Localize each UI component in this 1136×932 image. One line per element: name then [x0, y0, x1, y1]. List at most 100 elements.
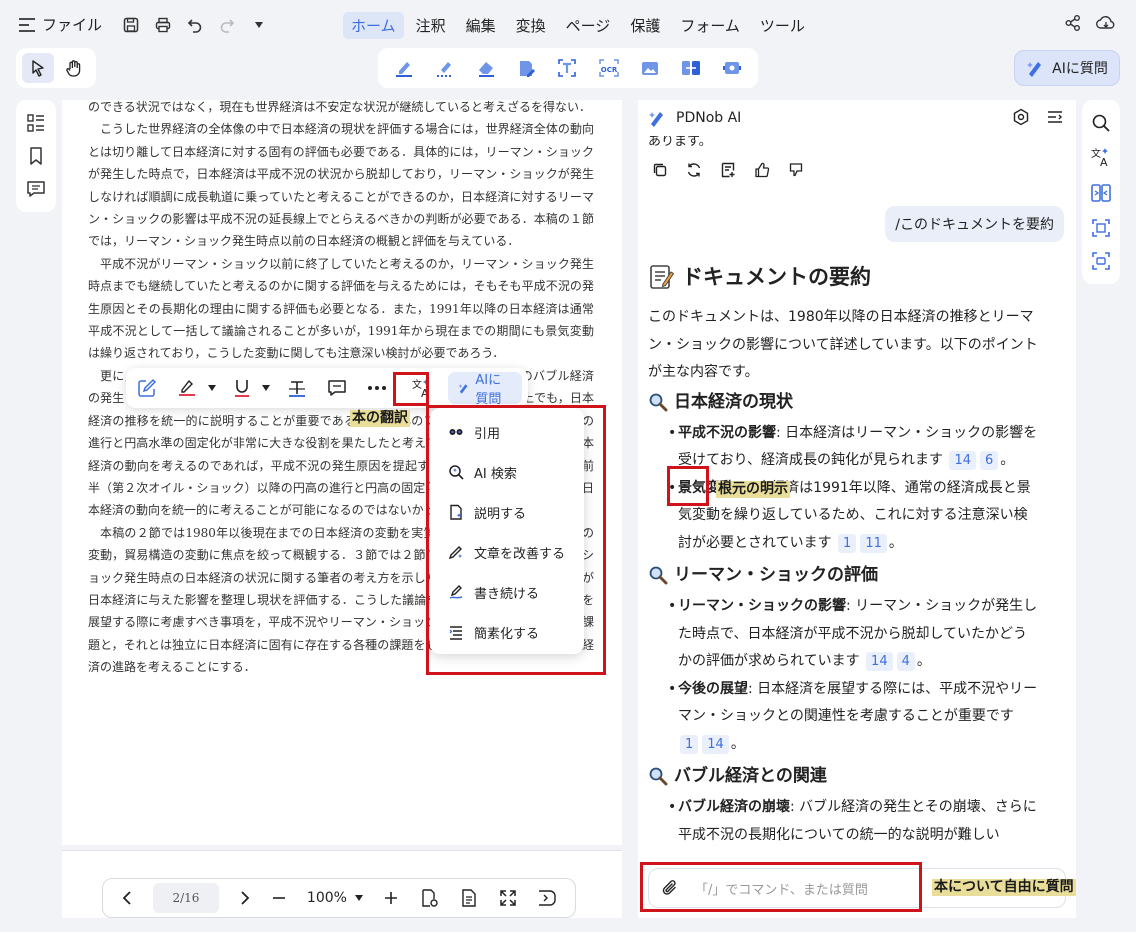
- right-sidebar: 文A: [1082, 100, 1120, 284]
- crop-icon[interactable]: [1091, 218, 1111, 238]
- tab-edit[interactable]: 編集: [458, 12, 504, 39]
- ai-menu-highlight-box: [426, 405, 606, 675]
- page-number-input[interactable]: 2/16: [152, 883, 219, 913]
- cloud-icon[interactable]: [1096, 14, 1116, 32]
- page-navigator: 2/16 100%: [102, 878, 576, 918]
- ai-panel-actions: [1012, 108, 1064, 126]
- home-tools-group: OCR: [378, 48, 758, 88]
- citation-link[interactable]: 14: [702, 734, 729, 754]
- ocr-icon[interactable]: OCR: [597, 57, 621, 79]
- response-intro: このドキュメントは、1980年以降の日本経済の推移とリーマン・ショックの影響につ…: [648, 309, 1038, 380]
- zoom-value: 100%: [306, 890, 347, 906]
- underline-dropdown-icon[interactable]: [260, 373, 272, 403]
- ask-ai-button[interactable]: AIに質問: [1014, 50, 1120, 86]
- thumbs-down-icon[interactable]: [788, 162, 804, 178]
- select-cursor-icon[interactable]: [22, 53, 54, 83]
- user-message-bubble: /このドキュメントを要約: [885, 206, 1064, 242]
- next-page-icon[interactable]: [239, 890, 251, 906]
- screen-record-icon[interactable]: [721, 57, 743, 79]
- copy-icon[interactable]: [652, 162, 668, 178]
- strikethrough-icon[interactable]: [282, 373, 312, 403]
- highlighter-icon[interactable]: [172, 373, 202, 403]
- screenshot-icon[interactable]: [1091, 251, 1111, 271]
- search-icon[interactable]: [1091, 113, 1111, 133]
- highlight-icon[interactable]: [393, 57, 415, 79]
- citation-link[interactable]: 4: [896, 652, 915, 671]
- svg-text:A: A: [1100, 156, 1108, 168]
- magnifier-icon: [648, 565, 668, 585]
- citation-link[interactable]: 14: [866, 652, 893, 671]
- bookmark-icon[interactable]: [27, 146, 45, 166]
- citation-link[interactable]: 6: [980, 451, 999, 470]
- top-right-actions: [1064, 14, 1116, 32]
- page-settings-icon[interactable]: [419, 888, 439, 908]
- citation-link[interactable]: 1: [838, 533, 857, 553]
- highlighter-dropdown-icon[interactable]: [206, 373, 218, 403]
- collapse-panel-icon[interactable]: [537, 889, 557, 907]
- thumbnails-icon[interactable]: [26, 113, 46, 133]
- translate-panel-icon[interactable]: 文A: [1090, 146, 1112, 168]
- undo-icon[interactable]: [186, 16, 204, 34]
- image-icon[interactable]: [639, 57, 661, 79]
- magnifier-icon: [648, 766, 668, 786]
- edit-image-icon[interactable]: [515, 57, 537, 79]
- response-heading: ドキュメントの要約: [648, 260, 1038, 294]
- thumbs-up-icon[interactable]: [754, 162, 770, 178]
- print-icon[interactable]: [154, 16, 172, 34]
- response-sections: 日本経済の現状平成不況の影響: 日本経済はリーマン・ショックの影響を受けており、…: [648, 387, 1038, 850]
- chat-input-highlight-box: [640, 862, 922, 912]
- tab-tools[interactable]: ツール: [752, 12, 813, 39]
- tab-home[interactable]: ホーム: [343, 12, 404, 39]
- compare-panel-icon[interactable]: [1090, 182, 1112, 204]
- item-label: バブル経済の崩壊: [678, 799, 790, 815]
- save-icon[interactable]: [122, 16, 140, 34]
- section-heading: リーマン・ショックの評価: [648, 560, 1038, 590]
- section-heading: 日本経済の現状: [648, 387, 1038, 417]
- comment-icon[interactable]: [26, 179, 46, 199]
- prev-page-icon[interactable]: [121, 890, 133, 906]
- translate-highlight-box: [393, 372, 429, 406]
- hand-tool-icon[interactable]: [58, 53, 90, 83]
- tab-form[interactable]: フォーム: [672, 12, 748, 39]
- share-icon[interactable]: [1064, 14, 1082, 32]
- selection-ask-ai-button[interactable]: AIに質問: [448, 372, 522, 407]
- file-menu-area: ファイル: [18, 14, 268, 35]
- citation-link[interactable]: 1: [680, 734, 699, 754]
- ai-history-icon[interactable]: [1046, 108, 1064, 126]
- zoom-in-icon[interactable]: [383, 890, 399, 906]
- section-heading-text: リーマン・ショックの評価: [674, 565, 878, 585]
- tab-convert[interactable]: 変換: [508, 12, 554, 39]
- main-tabs: ホーム 注釈 編集 変換 ページ 保護 フォーム ツール: [343, 12, 813, 39]
- text-recognition-icon[interactable]: [556, 57, 578, 79]
- add-note-icon[interactable]: [720, 162, 736, 178]
- zoom-select[interactable]: 100%: [307, 890, 363, 906]
- hamburger-icon[interactable]: [18, 16, 36, 34]
- file-menu-label[interactable]: ファイル: [42, 14, 102, 35]
- chevron-down-icon: [354, 895, 363, 901]
- more-dropdown-icon[interactable]: [250, 16, 268, 34]
- eraser-icon[interactable]: [475, 57, 497, 79]
- tab-protect[interactable]: 保護: [622, 12, 668, 39]
- compare-icon[interactable]: [680, 57, 702, 79]
- regenerate-icon[interactable]: [686, 162, 702, 178]
- zoom-out-icon[interactable]: [271, 890, 287, 906]
- citation-link[interactable]: 14: [949, 451, 977, 470]
- list-item: リーマン・ショックの影響: リーマン・ショックが発生した時点で、日本経済が平成不…: [668, 593, 1038, 676]
- selection-toolbar: 文A AIに質問: [126, 368, 528, 408]
- item-label: 今後の展望: [678, 680, 748, 697]
- ai-sparkle-icon: [1026, 59, 1044, 77]
- memo-icon: [648, 264, 674, 290]
- tab-page[interactable]: ページ: [558, 12, 619, 39]
- ai-settings-icon[interactable]: [1012, 108, 1030, 126]
- redo-icon[interactable]: [218, 16, 236, 34]
- tab-annotate[interactable]: 注釈: [408, 12, 454, 39]
- highlight-area-icon[interactable]: [434, 57, 456, 79]
- add-comment-icon[interactable]: [322, 373, 352, 403]
- citation-link[interactable]: 11: [860, 533, 887, 553]
- edit-text-icon[interactable]: [132, 373, 162, 403]
- list-item: バブル経済の崩壊: バブル経済の発生とその崩壊、さらに平成不況の長期化についての…: [668, 794, 1038, 849]
- underline-icon[interactable]: [228, 373, 256, 403]
- page-view-icon[interactable]: [459, 888, 479, 908]
- more-icon[interactable]: [362, 373, 392, 403]
- fullscreen-icon[interactable]: [499, 889, 517, 907]
